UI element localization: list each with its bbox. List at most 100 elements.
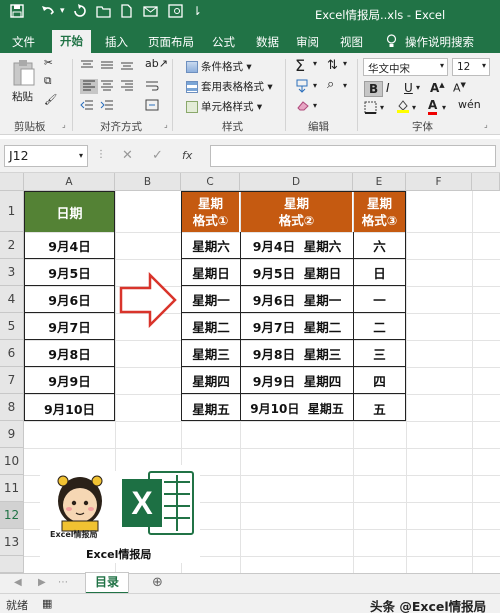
weekday-format2-cell[interactable]: 9月5日 星期日 xyxy=(241,260,353,286)
date-header[interactable]: 日期 xyxy=(25,192,114,232)
bold-button[interactable]: B xyxy=(364,81,384,97)
weekday-format3-cell[interactable]: 二 xyxy=(354,314,405,340)
row-header-1[interactable]: 1 xyxy=(0,191,24,232)
formula-input[interactable] xyxy=(210,145,496,167)
decrease-indent-icon[interactable] xyxy=(80,99,94,114)
find-select-icon[interactable]: ⌕ xyxy=(327,77,334,92)
border-icon[interactable] xyxy=(364,101,377,117)
add-sheet-icon[interactable]: ⊕ xyxy=(152,575,163,590)
open-icon[interactable] xyxy=(96,4,111,22)
row-header-2[interactable]: 2 xyxy=(0,232,24,259)
fill-color-dropdown-icon[interactable]: ▾ xyxy=(412,103,416,112)
tab-file[interactable]: 文件 xyxy=(12,34,35,50)
select-all-corner[interactable] xyxy=(0,173,24,191)
cut-icon[interactable]: ✂ xyxy=(44,57,53,69)
sheet-more-icon[interactable]: ⋯ xyxy=(58,577,68,588)
column-header-a[interactable]: A xyxy=(24,173,115,191)
underline-button[interactable]: U xyxy=(404,81,413,95)
weekday-format2-cell[interactable]: 9月4日 星期六 xyxy=(241,233,353,259)
customize-toolbar-icon[interactable]: ⇂ xyxy=(192,4,202,18)
wrap-text-icon[interactable] xyxy=(145,79,159,94)
redo-icon[interactable] xyxy=(73,4,87,22)
row-header-5[interactable]: 5 xyxy=(0,313,24,340)
name-box-dropdown-icon[interactable]: ▾ xyxy=(79,148,83,164)
sheet-tab-directory[interactable]: 目录 xyxy=(86,573,128,594)
column-header-d[interactable]: D xyxy=(240,173,353,191)
weekday-format3-cell[interactable]: 五 xyxy=(354,395,405,421)
date-cell[interactable]: 9月8日 xyxy=(25,341,114,367)
tab-insert[interactable]: 插入 xyxy=(105,34,128,50)
weekday-format3-cell[interactable]: 一 xyxy=(354,287,405,313)
row-header-3[interactable]: 3 xyxy=(0,259,24,286)
clear-icon[interactable] xyxy=(296,99,310,114)
align-bottom-icon[interactable] xyxy=(120,59,134,74)
row-header-12[interactable]: 12 xyxy=(0,502,24,529)
find-dropdown-icon[interactable]: ▾ xyxy=(343,81,347,90)
row-header-10[interactable]: 10 xyxy=(0,448,24,475)
format-painter-icon[interactable]: 🖌 xyxy=(44,93,57,106)
fill-dropdown-icon[interactable]: ▾ xyxy=(313,81,317,90)
worksheet-grid[interactable]: A B C D E F 1 2 3 4 5 6 7 8 9 10 11 12 1… xyxy=(0,173,500,573)
fill-color-icon[interactable] xyxy=(396,99,410,116)
new-file-icon[interactable] xyxy=(120,4,133,22)
weekday-format2-cell[interactable]: 9月7日 星期二 xyxy=(241,314,353,340)
align-left-icon[interactable] xyxy=(80,79,98,94)
increase-font-icon[interactable]: A▲ xyxy=(430,81,445,95)
italic-button[interactable]: I xyxy=(386,81,390,95)
column-header-c[interactable]: C xyxy=(181,173,240,191)
fill-icon[interactable] xyxy=(296,79,308,96)
date-cell[interactable]: 9月9日 xyxy=(25,368,114,394)
align-center-icon[interactable] xyxy=(100,79,114,94)
insert-function-icon[interactable]: fx xyxy=(182,149,192,162)
row-header-4[interactable]: 4 xyxy=(0,286,24,313)
font-name-dropdown-icon[interactable]: ▾ xyxy=(440,61,444,70)
tab-review[interactable]: 审阅 xyxy=(296,34,319,50)
font-color-icon[interactable]: A xyxy=(428,98,438,115)
font-launcher-icon[interactable]: ⌟ xyxy=(484,120,488,129)
paste-label[interactable]: 粘贴 xyxy=(12,89,33,104)
autosum-dropdown-icon[interactable]: ▾ xyxy=(313,59,317,68)
weekday-format1-cell[interactable]: 星期一 xyxy=(182,287,240,313)
align-middle-icon[interactable] xyxy=(100,59,114,74)
save-icon[interactable] xyxy=(10,4,24,22)
email-icon[interactable] xyxy=(143,4,158,22)
orientation-icon[interactable]: ab↗ xyxy=(145,57,168,70)
align-top-icon[interactable] xyxy=(80,59,94,74)
column-header-f[interactable]: F xyxy=(406,173,472,191)
weekday-format2-cell[interactable]: 9月9日 星期四 xyxy=(241,368,353,394)
weekday-format3-cell[interactable]: 六 xyxy=(354,233,405,259)
weekday-header-format3[interactable]: 星期 格式③ xyxy=(354,192,405,232)
prev-sheet-icon[interactable]: ◀ xyxy=(14,577,22,588)
weekday-format1-cell[interactable]: 星期二 xyxy=(182,314,240,340)
phonetic-icon[interactable]: wén xyxy=(458,98,481,111)
merge-center-icon[interactable] xyxy=(145,99,159,114)
paste-icon[interactable] xyxy=(12,59,36,90)
row-header-14[interactable] xyxy=(0,556,24,573)
print-preview-icon[interactable] xyxy=(168,4,183,22)
macro-record-icon[interactable]: ▦ xyxy=(42,597,52,610)
enter-icon[interactable]: ✓ xyxy=(152,148,163,163)
weekday-format3-cell[interactable]: 四 xyxy=(354,368,405,394)
weekday-format1-cell[interactable]: 星期四 xyxy=(182,368,240,394)
row-header-8[interactable]: 8 xyxy=(0,394,24,421)
font-size-select[interactable]: 12 ▾ xyxy=(452,58,490,76)
undo-dropdown-icon[interactable]: ▾ xyxy=(60,6,65,16)
weekday-format3-cell[interactable]: 三 xyxy=(354,341,405,367)
date-cell[interactable]: 9月10日 xyxy=(25,395,114,421)
cell-style-button[interactable]: 单元格样式 ▾ xyxy=(186,99,262,114)
name-box[interactable]: J12 ▾ xyxy=(4,145,88,167)
weekday-format2-cell[interactable]: 9月6日 星期一 xyxy=(241,287,353,313)
column-header-e[interactable]: E xyxy=(353,173,406,191)
font-color-dropdown-icon[interactable]: ▾ xyxy=(442,103,446,112)
undo-icon[interactable] xyxy=(40,4,56,22)
decrease-font-icon[interactable]: A▼ xyxy=(453,81,466,95)
weekday-format3-cell[interactable]: 日 xyxy=(354,260,405,286)
font-name-select[interactable]: 华文中宋 ▾ xyxy=(363,58,448,76)
tab-page-layout[interactable]: 页面布局 xyxy=(148,34,194,50)
sort-dropdown-icon[interactable]: ▾ xyxy=(343,59,347,68)
row-header-9[interactable]: 9 xyxy=(0,421,24,448)
weekday-format2-cell[interactable]: 9月10日 星期五 xyxy=(241,395,353,421)
weekday-format1-cell[interactable]: 星期日 xyxy=(182,260,240,286)
tab-formulas[interactable]: 公式 xyxy=(212,34,235,50)
table-format-button[interactable]: 套用表格格式 ▾ xyxy=(186,79,273,94)
